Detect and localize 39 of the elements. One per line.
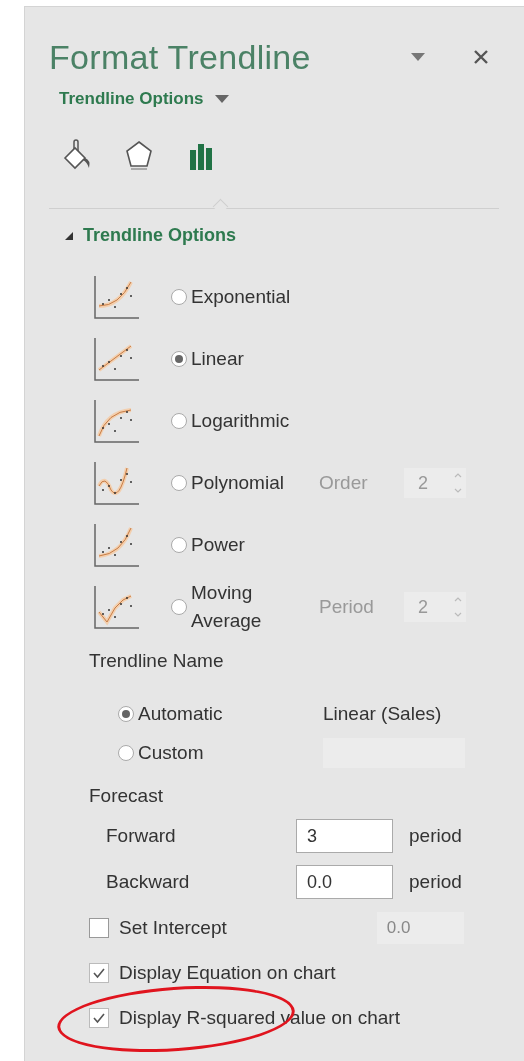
checkbox[interactable] — [89, 962, 109, 983]
group-title: Trendline Name — [89, 650, 225, 672]
radio-label[interactable]: Linear — [191, 345, 319, 373]
trendline-chart-icon — [93, 460, 139, 506]
radio-button[interactable] — [171, 351, 187, 367]
trendline-name-text: Linear (Sales) — [323, 702, 442, 725]
caret-icon[interactable] — [213, 93, 230, 105]
panel-title: Format Trendline — [49, 37, 312, 77]
parameter-label: Order — [319, 472, 369, 494]
field-label: Forward — [106, 825, 177, 847]
radio-label[interactable]: Exponential — [191, 283, 319, 311]
trendline-chart-icon — [93, 584, 139, 630]
unit-label: period — [409, 825, 462, 847]
radio-button[interactable] — [171, 413, 187, 429]
section-title[interactable]: Trendline Options — [83, 225, 236, 246]
trendline-chart-icon — [93, 398, 139, 444]
checkbox[interactable] — [89, 1007, 109, 1028]
group-title: Forecast — [89, 785, 164, 807]
radio-label[interactable]: Power — [191, 531, 319, 559]
dropdown-icon[interactable] — [409, 51, 427, 63]
parameter-label: Period — [319, 596, 375, 618]
radio-button[interactable] — [171, 289, 187, 305]
radio-label[interactable]: Logarithmic — [191, 407, 319, 435]
number-field[interactable]: 0.0 — [296, 865, 393, 899]
radio-button[interactable] — [118, 744, 134, 761]
radio-button[interactable] — [171, 537, 187, 553]
close-icon[interactable] — [472, 48, 490, 66]
checkbox-label[interactable]: Display Equation on chart — [119, 961, 336, 984]
unit-label: period — [409, 871, 462, 893]
radio-label[interactable]: Custom — [138, 741, 323, 764]
trendline-chart-icon — [93, 274, 139, 320]
options-menu[interactable]: Trendline Options — [59, 89, 204, 109]
radio-button[interactable] — [118, 705, 134, 722]
radio-label[interactable]: Automatic — [138, 702, 323, 725]
number-field[interactable]: 3 — [296, 819, 393, 853]
trendline-chart-icon — [93, 522, 139, 568]
pentagon-icon[interactable] — [123, 138, 155, 172]
trendline-chart-icon — [93, 336, 139, 382]
field-label: Backward — [106, 871, 191, 893]
